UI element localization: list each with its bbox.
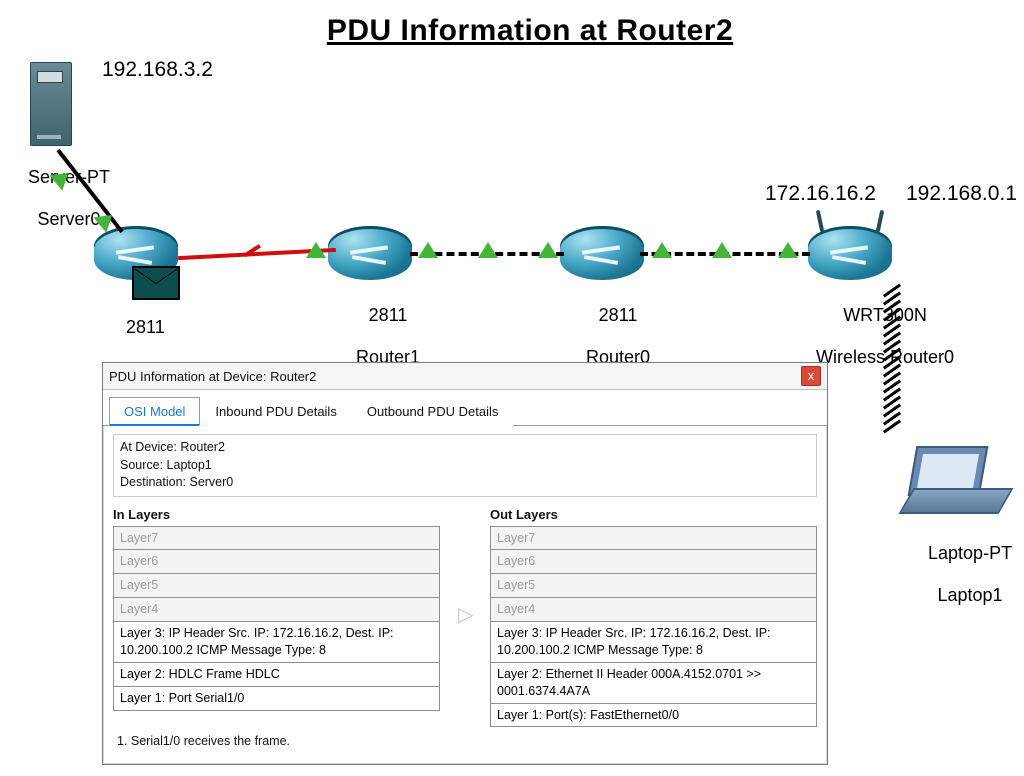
out-layers-title: Out Layers	[490, 507, 817, 522]
device-router1[interactable]	[328, 226, 412, 280]
device-laptop[interactable]	[906, 446, 1006, 518]
close-button[interactable]: x	[801, 366, 821, 386]
tab-osi-model[interactable]: OSI Model	[109, 397, 200, 426]
ip-wr-lan: 192.168.0.1	[906, 182, 1017, 206]
laptop-type: Laptop-PT	[928, 543, 1012, 563]
pdu-at-device: At Device: Router2	[120, 439, 810, 457]
ip-wr-wan: 172.16.16.2	[765, 182, 876, 206]
in-layer1[interactable]: Layer 1: Port Serial1/0	[113, 686, 440, 711]
pdu-destination: Destination: Server0	[120, 474, 810, 492]
laptop-name: Laptop1	[938, 585, 1003, 605]
link-status-icon	[712, 242, 732, 258]
in-layer3[interactable]: Layer 3: IP Header Src. IP: 172.16.16.2,…	[113, 621, 440, 663]
link-status-icon	[418, 242, 438, 258]
in-layer5[interactable]: Layer5	[113, 573, 440, 598]
network-diagram: PDU Information at Router2 192.168.3.2 1…	[0, 0, 1024, 776]
out-layer4[interactable]: Layer4	[490, 597, 817, 622]
tab-inbound-pdu[interactable]: Inbound PDU Details	[200, 397, 351, 426]
device-router0[interactable]	[560, 226, 644, 280]
ip-server: 192.168.3.2	[102, 58, 213, 82]
pdu-window: PDU Information at Device: Router2 x OSI…	[102, 362, 828, 765]
link-status-icon	[538, 242, 558, 258]
out-layer3[interactable]: Layer 3: IP Header Src. IP: 172.16.16.2,…	[490, 621, 817, 663]
in-layers-title: In Layers	[113, 507, 440, 522]
link-status-icon	[652, 242, 672, 258]
in-layer7[interactable]: Layer7	[113, 526, 440, 551]
pdu-event-note: 1. Serial1/0 receives the frame.	[113, 726, 817, 756]
link-status-icon	[778, 242, 798, 258]
pdu-tabs: OSI Model Inbound PDU Details Outbound P…	[103, 390, 827, 426]
link-status-icon	[478, 242, 498, 258]
in-layers-column: In Layers Layer7 Layer6 Layer5 Layer4 La…	[113, 503, 440, 727]
out-layer2[interactable]: Layer 2: Ethernet II Header 000A.4152.07…	[490, 662, 817, 704]
out-layer7[interactable]: Layer7	[490, 526, 817, 551]
out-layer1[interactable]: Layer 1: Port(s): FastEthernet0/0	[490, 703, 817, 728]
server-name: Server0	[38, 209, 101, 229]
in-layer4[interactable]: Layer4	[113, 597, 440, 622]
pdu-info-box: At Device: Router2 Source: Laptop1 Desti…	[113, 434, 817, 497]
out-layer5[interactable]: Layer5	[490, 573, 817, 598]
device-wireless-router[interactable]	[808, 226, 892, 280]
link-wireless	[878, 284, 902, 433]
router2-type: 2811	[126, 317, 165, 337]
out-layer6[interactable]: Layer6	[490, 549, 817, 574]
in-layer6[interactable]: Layer6	[113, 549, 440, 574]
in-layer2[interactable]: Layer 2: HDLC Frame HDLC	[113, 662, 440, 687]
device-server[interactable]	[24, 58, 80, 146]
pdu-envelope-icon	[132, 266, 180, 300]
layers-separator-icon: ▷	[458, 602, 472, 627]
out-layers-column: Out Layers Layer7 Layer6 Layer5 Layer4 L…	[490, 503, 817, 727]
pdu-window-title: PDU Information at Device: Router2	[109, 369, 316, 384]
pdu-source: Source: Laptop1	[120, 457, 810, 475]
router1-type: 2811	[369, 305, 408, 325]
page-title: PDU Information at Router2	[250, 14, 810, 48]
tab-outbound-pdu[interactable]: Outbound PDU Details	[352, 397, 514, 426]
router0-type: 2811	[599, 305, 638, 325]
link-status-icon	[306, 242, 326, 258]
